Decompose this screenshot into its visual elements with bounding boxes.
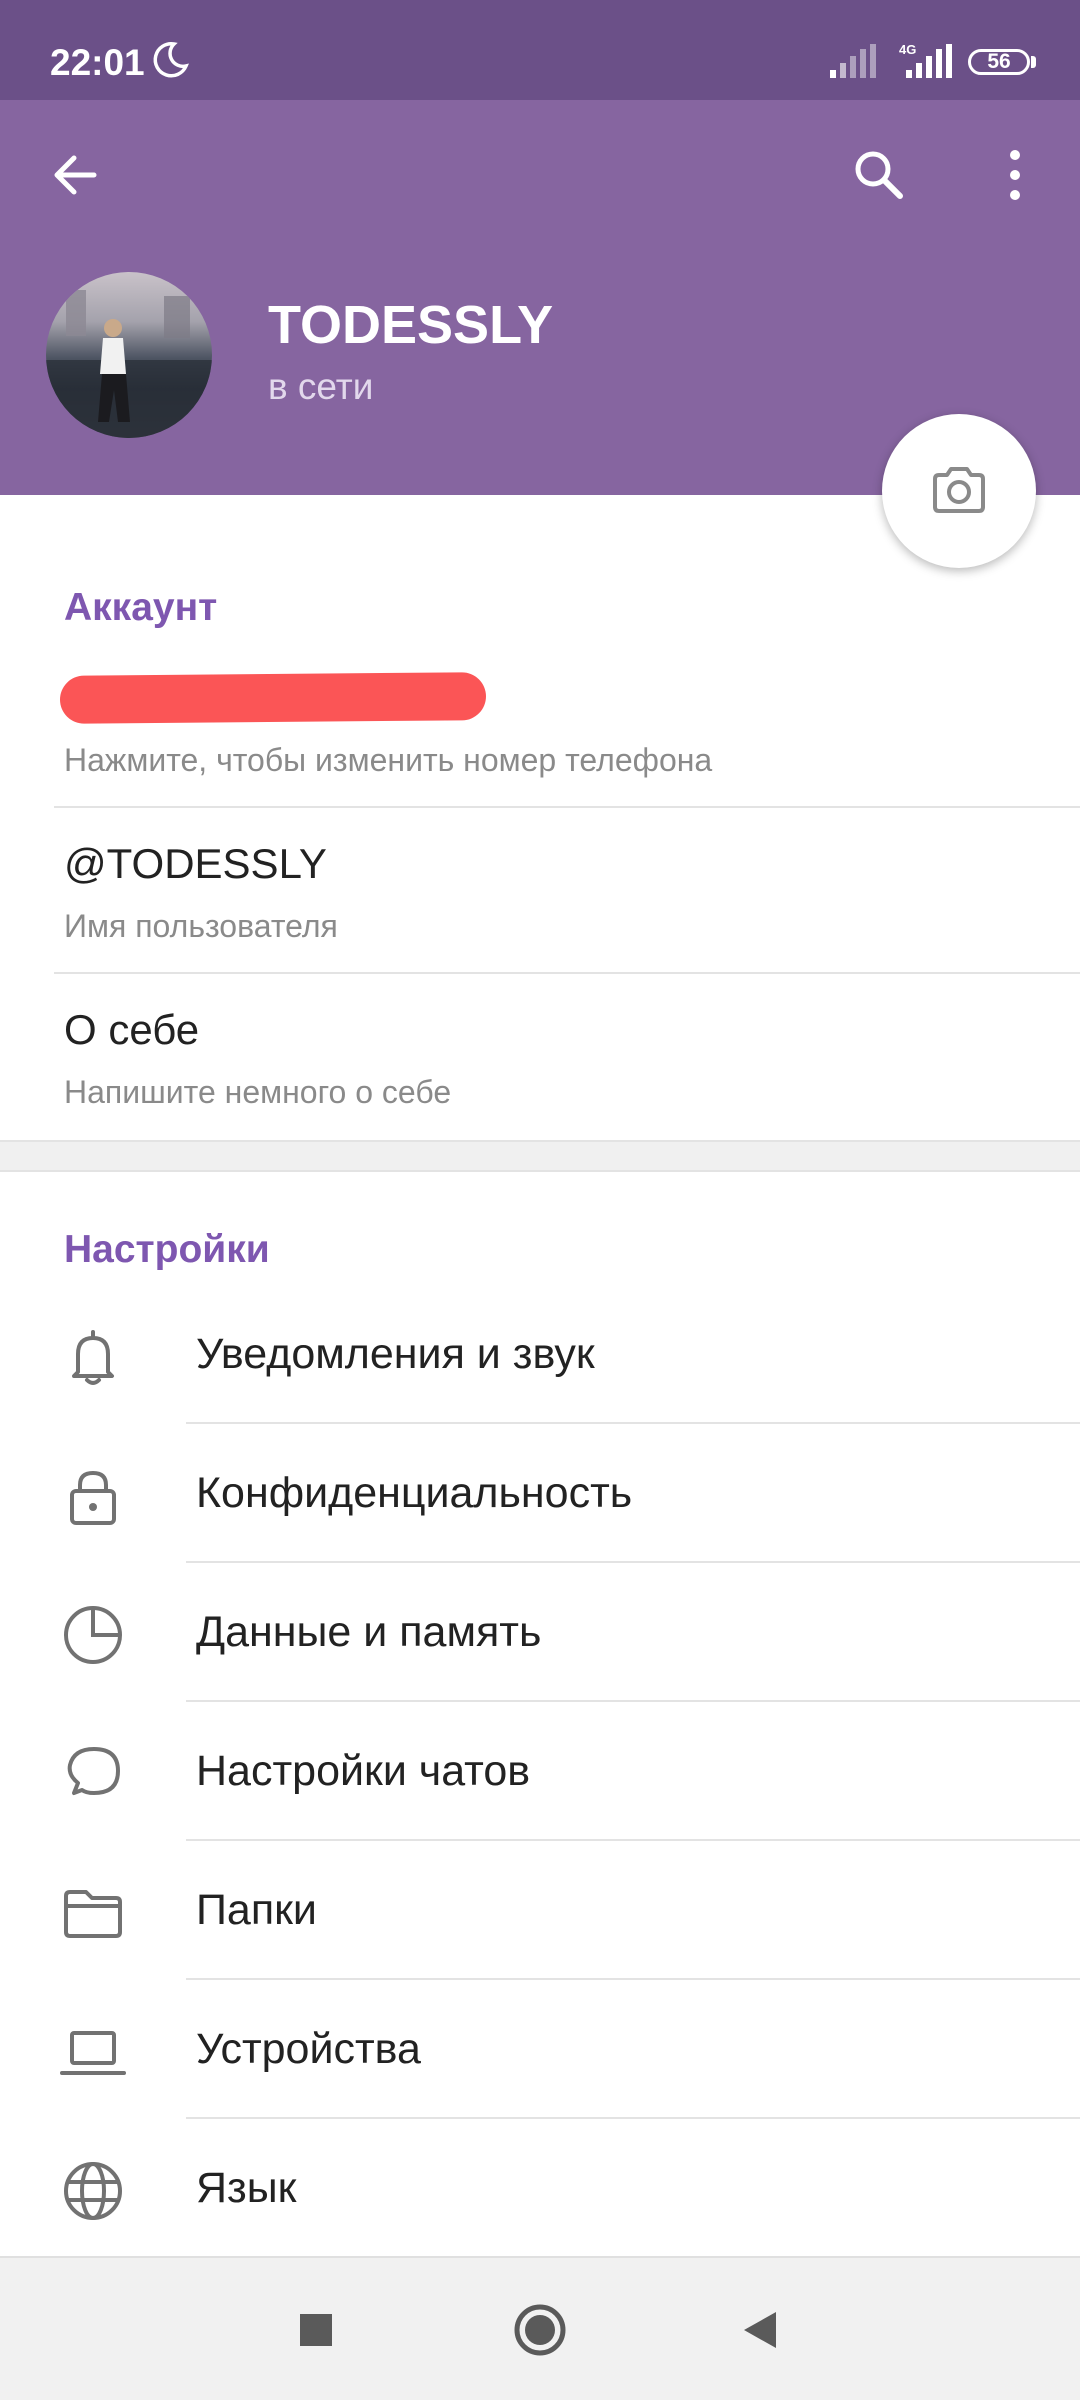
settings-item-devices[interactable]: Устройства — [0, 1979, 1080, 2117]
username-label: Имя пользователя — [64, 908, 338, 944]
username-value[interactable]: @TODESSLY — [64, 840, 327, 888]
battery-indicator: 56 — [968, 49, 1030, 75]
settings-item-label: Язык — [196, 2164, 297, 2212]
more-vert-icon[interactable] — [984, 144, 1046, 206]
status-bar: 22:01 4G 56 — [0, 0, 1080, 100]
settings-section-title: Настройки — [64, 1228, 270, 1271]
home-circle-icon[interactable] — [508, 2298, 572, 2362]
signal-icon — [906, 44, 952, 78]
phone-hint[interactable]: Нажмите, чтобы изменить номер телефона — [64, 742, 712, 779]
back-triangle-icon[interactable] — [728, 2298, 792, 2362]
section-separator — [0, 1140, 1080, 1172]
system-nav-bar — [0, 2256, 1080, 2400]
moon-icon — [153, 42, 189, 78]
settings-item-chat-settings[interactable]: Настройки чатов — [0, 1701, 1080, 1839]
back-arrow-icon[interactable] — [44, 144, 106, 206]
avatar-photo — [46, 290, 212, 438]
status-time: 22:01 — [50, 42, 145, 83]
recents-square-icon[interactable] — [284, 2298, 348, 2362]
pie-chart-icon — [64, 1606, 122, 1664]
settings-item-data-storage[interactable]: Данные и память — [0, 1562, 1080, 1700]
bio-title[interactable]: О себе — [64, 1006, 199, 1054]
account-section-title: Аккаунт — [64, 586, 218, 629]
settings-item-notifications[interactable]: Уведомления и звук — [0, 1284, 1080, 1422]
laptop-icon — [60, 2031, 126, 2075]
set-photo-button[interactable] — [882, 414, 1036, 568]
lock-icon — [70, 1470, 116, 1525]
settings-item-label: Настройки чатов — [196, 1747, 531, 1795]
folder-icon — [64, 1890, 122, 1938]
chat-bubble-icon — [67, 1747, 120, 1795]
settings-item-label: Данные и память — [196, 1608, 542, 1656]
bell-icon — [72, 1330, 114, 1385]
divider — [54, 972, 1080, 974]
settings-item-label: Конфиденциальность — [196, 1469, 633, 1517]
settings-item-folders[interactable]: Папки — [0, 1840, 1080, 1978]
settings-item-privacy[interactable]: Конфиденциальность — [0, 1423, 1080, 1561]
battery-tip — [1031, 56, 1036, 68]
signal-icon — [830, 44, 876, 78]
camera-icon — [933, 467, 985, 513]
settings-item-language[interactable]: Язык — [0, 2118, 1080, 2256]
bio-hint: Напишите немного о себе — [64, 1074, 452, 1110]
avatar[interactable] — [46, 272, 212, 438]
settings-item-label: Папки — [196, 1886, 317, 1934]
divider — [54, 806, 1080, 808]
search-icon[interactable] — [848, 144, 910, 206]
settings-item-label: Уведомления и звук — [196, 1330, 595, 1378]
globe-icon — [64, 2162, 122, 2220]
profile-name: TODESSLY — [268, 295, 554, 355]
phone-number-redacted[interactable] — [59, 672, 487, 724]
settings-item-label: Устройства — [196, 2025, 421, 2073]
profile-status: в сети — [268, 366, 374, 407]
